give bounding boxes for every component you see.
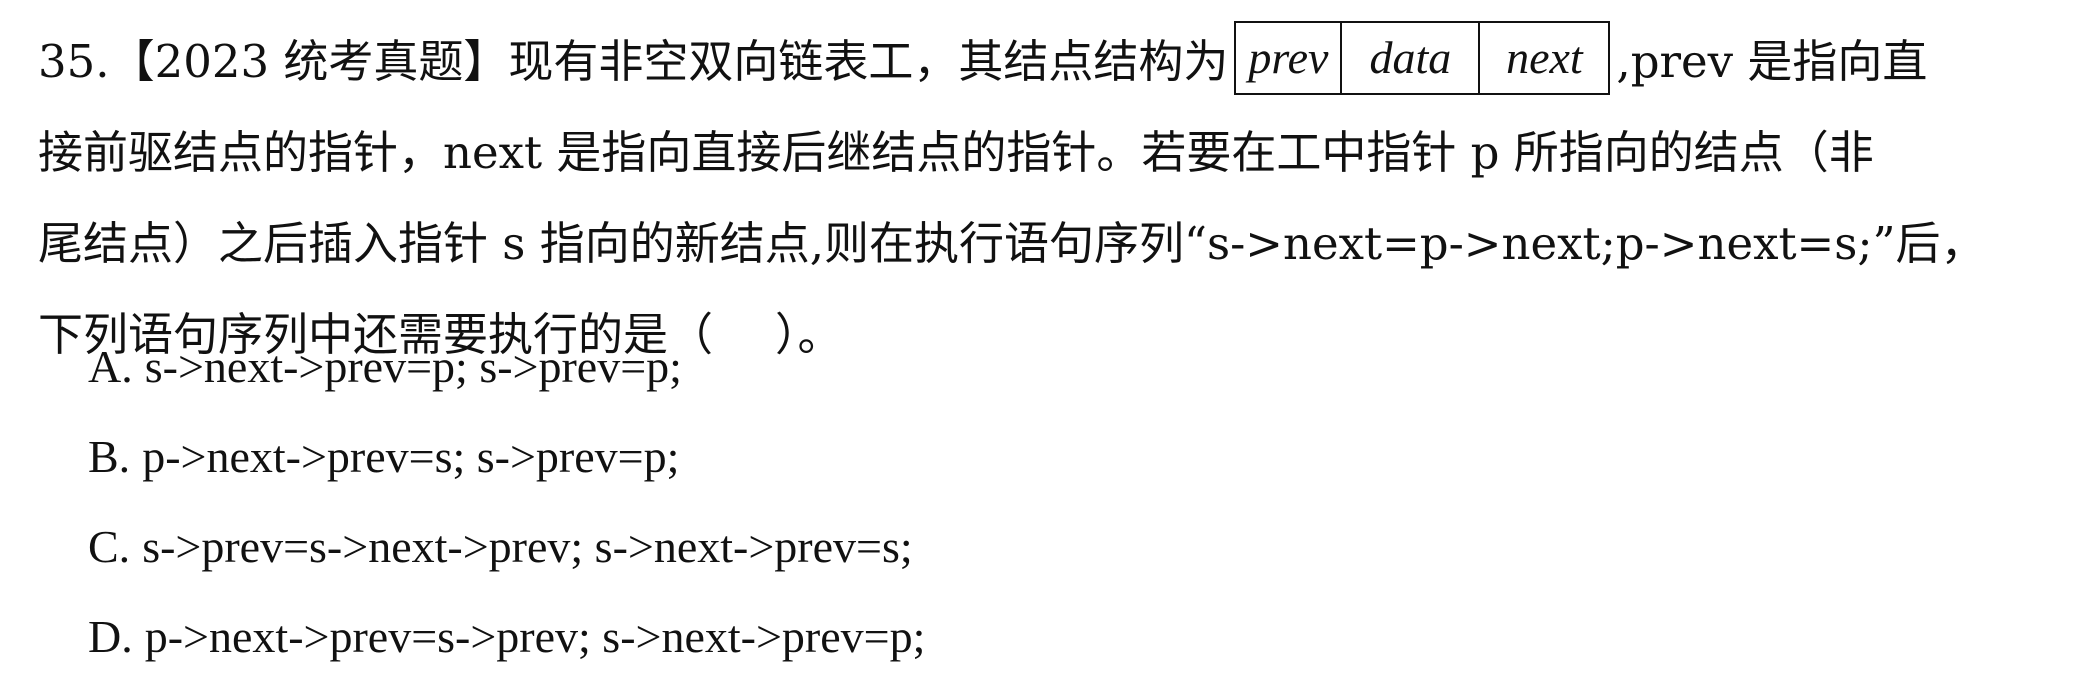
option-letter: C. bbox=[88, 521, 131, 572]
answer-options: A. s->next->prev=p; s->prev=p; B. p->next-… bbox=[88, 322, 925, 682]
node-field-data: data bbox=[1342, 22, 1481, 93]
question-line-1: 35.【2023 统考真题】现有非空双向链表工，其结点结构为 prev data ne… bbox=[38, 16, 2058, 107]
question-line-2: 接前驱结点的指针，next 是指向直接后继结点的指针。若要在工中指针 p 所指向… bbox=[38, 126, 1874, 179]
option-d[interactable]: D. p->next->prev=s->prev; s->next->prev=p… bbox=[88, 592, 925, 682]
node-field-prev: prev bbox=[1236, 22, 1343, 93]
option-b[interactable]: B. p->next->prev=s; s->prev=p; bbox=[88, 412, 925, 502]
option-letter: A. bbox=[88, 341, 133, 392]
option-text: s->next->prev=p; s->prev=p; bbox=[144, 341, 682, 392]
node-structure-diagram: prev data next bbox=[1234, 20, 1611, 95]
option-letter: D. bbox=[88, 611, 133, 662]
option-text: s->prev=s->next->prev; s->next->prev=s; bbox=[142, 521, 913, 572]
option-letter: B. bbox=[88, 431, 131, 482]
option-text: p->next->prev=s->prev; s->next->prev=p; bbox=[144, 611, 926, 662]
node-field-next: next bbox=[1506, 31, 1583, 83]
question-text-after-box: ,prev 是指向直 bbox=[1616, 35, 1928, 88]
option-text: p->next->prev=s; s->prev=p; bbox=[142, 431, 680, 482]
option-c[interactable]: C. s->prev=s->next->prev; s->next->prev=s… bbox=[88, 502, 925, 592]
option-a[interactable]: A. s->next->prev=p; s->prev=p; bbox=[88, 322, 925, 412]
question-line-3: 尾结点）之后插入指针 s 指向的新结点,则在执行语句序列“s->next=p->… bbox=[38, 217, 1986, 270]
question-text-start: 35.【2023 统考真题】现有非空双向链表工，其结点结构为 bbox=[38, 35, 1229, 88]
